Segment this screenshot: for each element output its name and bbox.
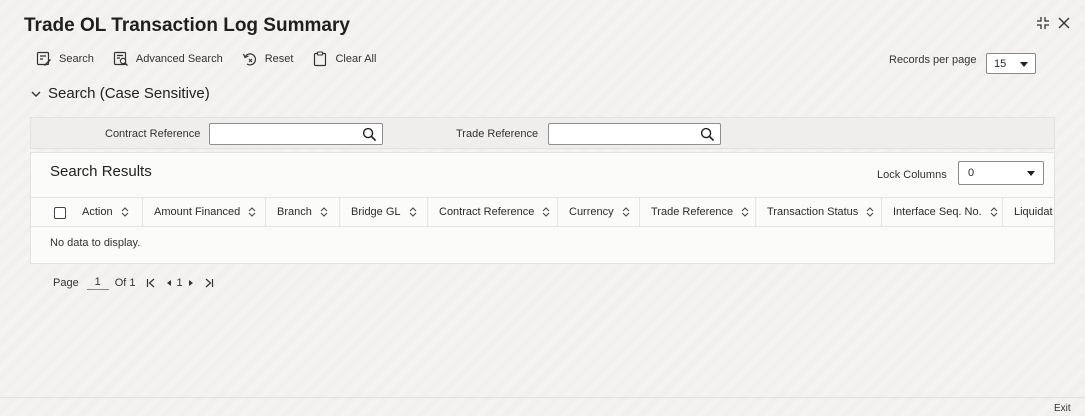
previous-page-icon[interactable] [165,278,173,288]
pagination: Page 1 Of 1 1 [53,275,214,290]
reset-icon [242,51,258,67]
clear-all-button[interactable]: Clear All [312,51,376,67]
column-header-trade-reference[interactable]: Trade Reference [651,198,749,226]
page-number-input[interactable]: 1 [86,275,109,290]
contract-reference-label: Contract Reference [105,128,201,140]
search-button[interactable]: Search [36,51,94,67]
footer-divider [0,397,1085,398]
records-per-page-value: 15 [994,57,1007,70]
exit-button[interactable]: Exit [1054,403,1071,414]
search-section-toggle[interactable]: Search (Case Sensitive) [30,85,210,102]
results-table-header: Action Amount Financed Branch Bridge GL … [31,197,1054,227]
summary-screen: Trade OL Transaction Log Summary Search [0,0,1085,416]
page-title: Trade OL Transaction Log Summary [24,15,350,36]
search-criteria-panel: Contract Reference Trade Reference [30,117,1055,149]
clipboard-icon [312,51,328,67]
contract-reference-input[interactable] [209,123,383,145]
column-header-currency[interactable]: Currency [569,198,630,226]
advanced-search-icon [113,51,129,67]
sort-icon [741,207,749,217]
trade-reference-label: Trade Reference [456,128,539,140]
last-page-icon[interactable] [204,278,214,288]
search-icon[interactable] [700,127,715,142]
records-per-page-label: Records per page [889,54,977,66]
toolbar: Search Advanced Search Reset Clear All [36,51,395,67]
search-section-title: Search (Case Sensitive) [48,85,210,102]
first-page-icon[interactable] [146,278,156,288]
lock-columns-select[interactable]: 0 [958,161,1044,185]
sort-icon [866,207,874,217]
search-form-icon [36,51,52,67]
chevron-down-icon [1027,171,1035,176]
chevron-down-icon [1020,62,1028,67]
lock-columns-label: Lock Columns [877,169,947,181]
chevron-down-icon [31,91,41,97]
column-header-action[interactable]: Action [82,198,129,226]
sort-icon [990,207,998,217]
search-results-panel: Search Results Lock Columns 0 Action Amo… [30,152,1055,264]
column-header-liquidation[interactable]: Liquidat [1014,198,1053,226]
lock-columns-value: 0 [968,167,975,179]
column-header-transaction-status[interactable]: Transaction Status [767,198,874,226]
page-label: Page [53,276,79,289]
sort-icon [248,207,256,217]
column-header-bridge-gl[interactable]: Bridge GL [351,198,417,226]
sort-icon [622,207,629,217]
search-icon[interactable] [362,127,377,142]
advanced-search-button[interactable]: Advanced Search [113,51,223,67]
select-all-checkbox[interactable] [54,207,66,219]
sort-icon [121,207,128,217]
sort-icon [409,207,416,217]
column-header-contract-reference[interactable]: Contract Reference [439,198,550,226]
trade-reference-input[interactable] [548,123,721,145]
reset-button[interactable]: Reset [242,51,293,67]
sort-icon [543,207,550,217]
column-header-branch[interactable]: Branch [277,198,328,226]
close-icon[interactable] [1057,16,1071,30]
sort-icon [320,207,328,217]
resize-icon[interactable] [1036,16,1050,30]
column-header-interface-seq-no[interactable]: Interface Seq. No. [893,198,998,226]
records-per-page-select[interactable]: 15 [986,53,1036,74]
search-results-title: Search Results [50,163,152,180]
next-page-icon[interactable] [187,278,195,288]
column-header-amount-financed[interactable]: Amount Financed [154,198,256,226]
page-of-label: Of 1 [114,276,136,289]
current-page-number: 1 [176,276,183,289]
empty-results-message: No data to display. [50,237,141,249]
